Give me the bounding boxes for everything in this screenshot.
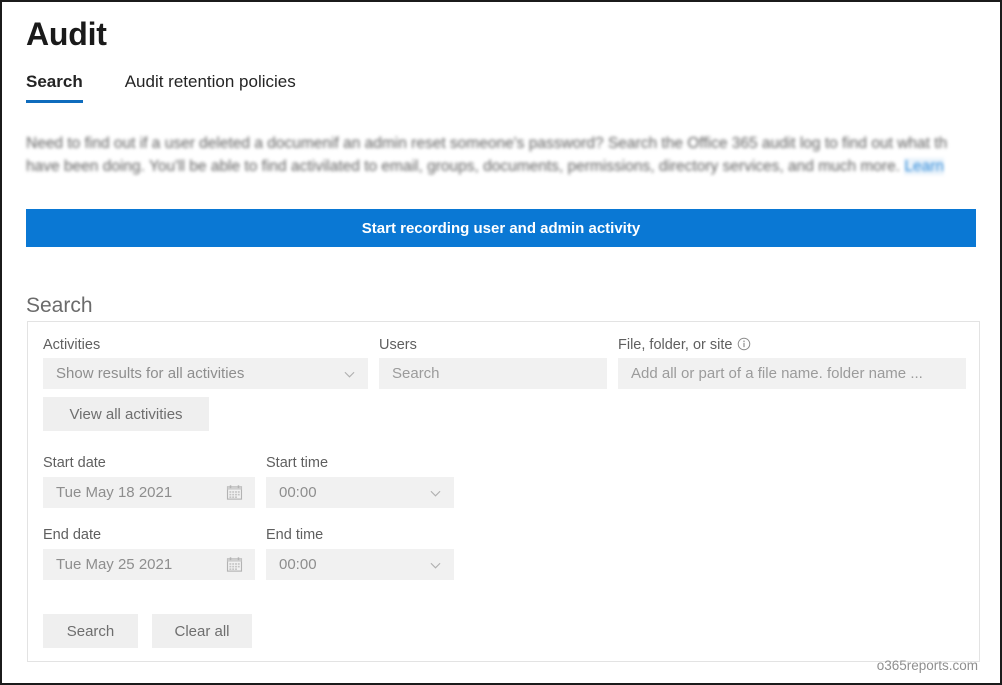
start-time-label: Start time xyxy=(266,455,329,471)
description-line-2: have been doing. You'll be able to find … xyxy=(26,155,976,178)
start-date-input[interactable]: Tue May 18 2021 xyxy=(43,477,255,508)
activities-label: Activities xyxy=(43,337,101,353)
start-recording-activity-button[interactable]: Start recording user and admin activity xyxy=(26,209,976,247)
page-description: Need to find out if a user deleted a doc… xyxy=(26,132,976,178)
end-time-select[interactable]: 00:00 xyxy=(266,549,454,580)
search-button[interactable]: Search xyxy=(43,614,138,648)
description-line-2-text: have been doing. You'll be able to find … xyxy=(26,158,901,175)
file-folder-site-input[interactable]: Add all or part of a file name. folder n… xyxy=(618,358,966,389)
end-time-label: End time xyxy=(266,527,324,543)
chevron-down-icon xyxy=(430,560,441,571)
chevron-down-icon xyxy=(344,369,355,380)
end-date-value: Tue May 25 2021 xyxy=(56,556,173,573)
users-input[interactable]: Search xyxy=(379,358,607,389)
description-line-1: Need to find out if a user deleted a doc… xyxy=(26,135,948,152)
learn-more-link[interactable]: Learn xyxy=(904,158,944,175)
start-time-select[interactable]: 00:00 xyxy=(266,477,454,508)
start-time-value: 00:00 xyxy=(279,484,317,501)
calendar-icon[interactable] xyxy=(226,484,243,501)
activities-select[interactable]: Show results for all activities xyxy=(43,358,368,389)
tab-bar: Search Audit retention policies xyxy=(26,72,338,103)
page-body: Audit Search Audit retention policies Ne… xyxy=(2,2,1000,683)
file-folder-site-label: File, folder, or site xyxy=(618,337,751,353)
file-folder-site-label-text: File, folder, or site xyxy=(618,337,733,353)
chevron-down-icon xyxy=(430,488,441,499)
start-date-value: Tue May 18 2021 xyxy=(56,484,173,501)
end-time-value: 00:00 xyxy=(279,556,317,573)
info-icon[interactable] xyxy=(737,337,751,351)
end-date-input[interactable]: Tue May 25 2021 xyxy=(43,549,255,580)
clear-all-button[interactable]: Clear all xyxy=(152,614,252,648)
audit-page-screenshot: Audit Search Audit retention policies Ne… xyxy=(0,0,1002,685)
file-folder-site-placeholder: Add all or part of a file name. folder n… xyxy=(631,365,923,382)
users-label: Users xyxy=(379,337,417,353)
search-section-title: Search xyxy=(26,294,93,317)
users-placeholder: Search xyxy=(392,365,440,382)
calendar-icon[interactable] xyxy=(226,556,243,573)
tab-audit-retention-policies[interactable]: Audit retention policies xyxy=(125,72,296,103)
activities-value: Show results for all activities xyxy=(56,365,245,382)
tab-search[interactable]: Search xyxy=(26,72,83,103)
page-title: Audit xyxy=(26,16,107,52)
start-date-label: Start date xyxy=(43,455,106,471)
view-all-activities-button[interactable]: View all activities xyxy=(43,397,209,431)
watermark: o365reports.com xyxy=(876,658,978,673)
search-form-panel: Activities Show results for all activiti… xyxy=(27,321,980,662)
end-date-label: End date xyxy=(43,527,102,543)
